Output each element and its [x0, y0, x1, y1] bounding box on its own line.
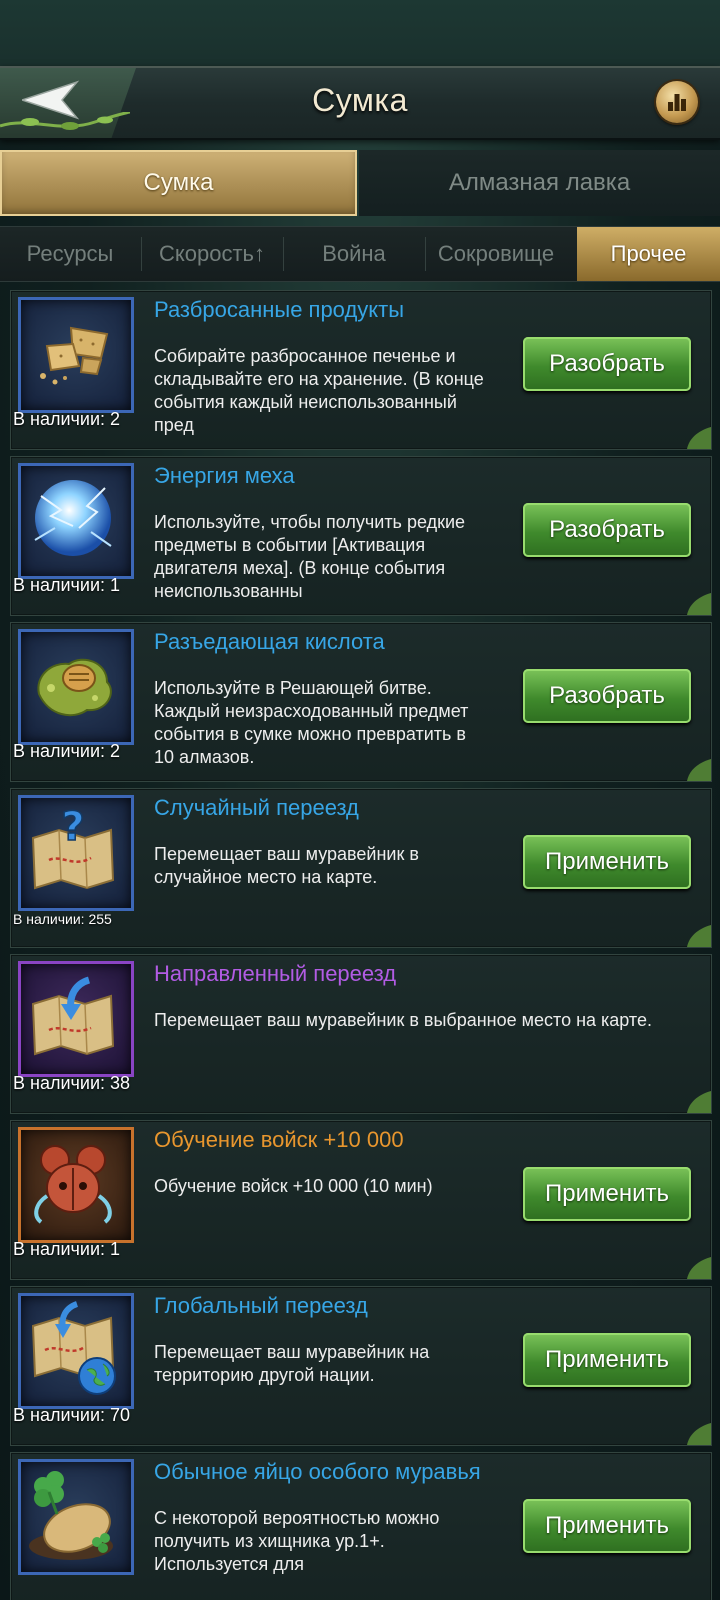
- list-item: ? В наличии: 255 Случайный переезд Перем…: [10, 788, 712, 948]
- item-icon-frame[interactable]: [18, 1127, 134, 1243]
- list-item: Обычное яйцо особого муравья С некоторой…: [10, 1452, 712, 1600]
- item-title: Обычное яйцо особого муравья: [154, 1459, 481, 1484]
- bar-chart-icon: [668, 94, 686, 111]
- top-background: [0, 0, 720, 66]
- item-title: Направленный переезд: [154, 961, 397, 986]
- use-button[interactable]: Применить: [523, 835, 691, 889]
- item-title: Разъедающая кислота: [154, 629, 385, 654]
- item-description: Используйте, чтобы получить редкие предм…: [154, 512, 466, 601]
- item-icon-frame[interactable]: [18, 1459, 134, 1575]
- globe-map-icon: [31, 1301, 116, 1395]
- use-button[interactable]: Применить: [523, 1499, 691, 1553]
- svg-text:?: ?: [61, 804, 84, 850]
- ant-head-icon: [34, 1145, 112, 1224]
- item-icon-frame[interactable]: [18, 629, 134, 745]
- stats-button[interactable]: [656, 81, 698, 123]
- item-quantity: В наличии: 2: [13, 409, 121, 429]
- biscuit-crumbs-icon: [40, 326, 109, 385]
- leaf-decoration-icon: [687, 1257, 711, 1279]
- tab-resources[interactable]: Ресурсы: [0, 227, 140, 281]
- leaf-decoration-icon: [687, 925, 711, 947]
- tab-other[interactable]: Прочее: [577, 227, 720, 281]
- disassemble-button[interactable]: Разобрать: [523, 337, 691, 391]
- item-description: С некоторой вероятностью можно получить …: [154, 1508, 440, 1574]
- list-item: В наличии: 1 Энергия меха Используйте, ч…: [10, 456, 712, 616]
- item-quantity: В наличии: 1: [13, 575, 121, 595]
- tab-diamond-shop[interactable]: Алмазная лавка: [359, 150, 720, 216]
- item-quantity: В наличии: 2: [13, 741, 121, 761]
- leaf-decoration-icon: [687, 1423, 711, 1445]
- leaf-decoration-icon: [687, 427, 711, 449]
- item-description: Перемещает ваш муравейник в случайное ме…: [154, 844, 419, 887]
- item-quantity: В наличии: 70: [13, 1405, 131, 1425]
- list-item: В наличии: 70 Глобальный переезд Перемещ…: [10, 1286, 712, 1446]
- item-title: Случайный переезд: [154, 795, 359, 820]
- item-description: Обучение войск +10 000 (10 мин): [154, 1176, 433, 1196]
- item-description: Перемещает ваш муравейник на территорию …: [154, 1342, 430, 1385]
- item-quantity: В наличии: 255: [13, 911, 112, 927]
- item-title: Энергия меха: [154, 463, 295, 488]
- main-tabs: Сумка Алмазная лавка: [0, 150, 720, 218]
- page-title: Сумка: [312, 82, 408, 118]
- acid-blob-icon: [37, 658, 112, 717]
- item-icon-frame[interactable]: [18, 961, 134, 1077]
- tab-speedup[interactable]: Скорость↑: [142, 227, 282, 281]
- item-quantity: В наличии: 38: [13, 1073, 131, 1093]
- item-title: Глобальный переезд: [154, 1293, 368, 1318]
- bag-screen: Сумка Сумка Алмазная лавка Ресурсы Скоро…: [0, 0, 720, 1600]
- energy-orb-icon: [34, 480, 112, 556]
- disassemble-button[interactable]: Разобрать: [523, 503, 691, 557]
- disassemble-button[interactable]: Разобрать: [523, 669, 691, 723]
- item-description: Перемещает ваш муравейник в выбранное ме…: [154, 1010, 652, 1030]
- list-item: В наличии: 1 Обучение войск +10 000 Обуч…: [10, 1120, 712, 1280]
- category-tabs: Ресурсы Скорость↑ Война Сокровище Прочее: [0, 226, 720, 282]
- list-item: В наличии: 2 Разбросанные продукты Собир…: [10, 290, 712, 450]
- use-button[interactable]: Применить: [523, 1167, 691, 1221]
- item-icon-frame[interactable]: [18, 297, 134, 413]
- item-title: Обучение войск +10 000: [154, 1127, 404, 1152]
- item-quantity: В наличии: 1: [13, 1239, 121, 1259]
- clover-egg-icon: [29, 1471, 113, 1560]
- tab-bag[interactable]: Сумка: [0, 150, 357, 216]
- random-map-icon: ?: [31, 803, 115, 890]
- tab-war[interactable]: Война: [284, 227, 424, 281]
- item-icon-frame[interactable]: [18, 463, 134, 579]
- leaf-decoration-icon: [687, 593, 711, 615]
- use-button[interactable]: Применить: [523, 1333, 691, 1387]
- list-item: В наличии: 2 Разъедающая кислота Использ…: [10, 622, 712, 782]
- tab-treasure[interactable]: Сокровище: [426, 227, 566, 281]
- leaf-decoration-icon: [687, 759, 711, 781]
- leaf-decoration-icon: [687, 1091, 711, 1113]
- item-icon-frame[interactable]: ?: [18, 795, 134, 911]
- item-description: Собирайте разбросанное печенье и складыв…: [154, 346, 484, 435]
- list-item: В наличии: 38 Направленный переезд Перем…: [10, 954, 712, 1114]
- item-description: Используйте в Решающей битве. Каждый неи…: [154, 678, 469, 767]
- targeted-map-icon: [31, 976, 115, 1056]
- title-bar: Сумка: [0, 66, 720, 140]
- item-icon-frame[interactable]: [18, 1293, 134, 1409]
- item-title: Разбросанные продукты: [154, 297, 405, 322]
